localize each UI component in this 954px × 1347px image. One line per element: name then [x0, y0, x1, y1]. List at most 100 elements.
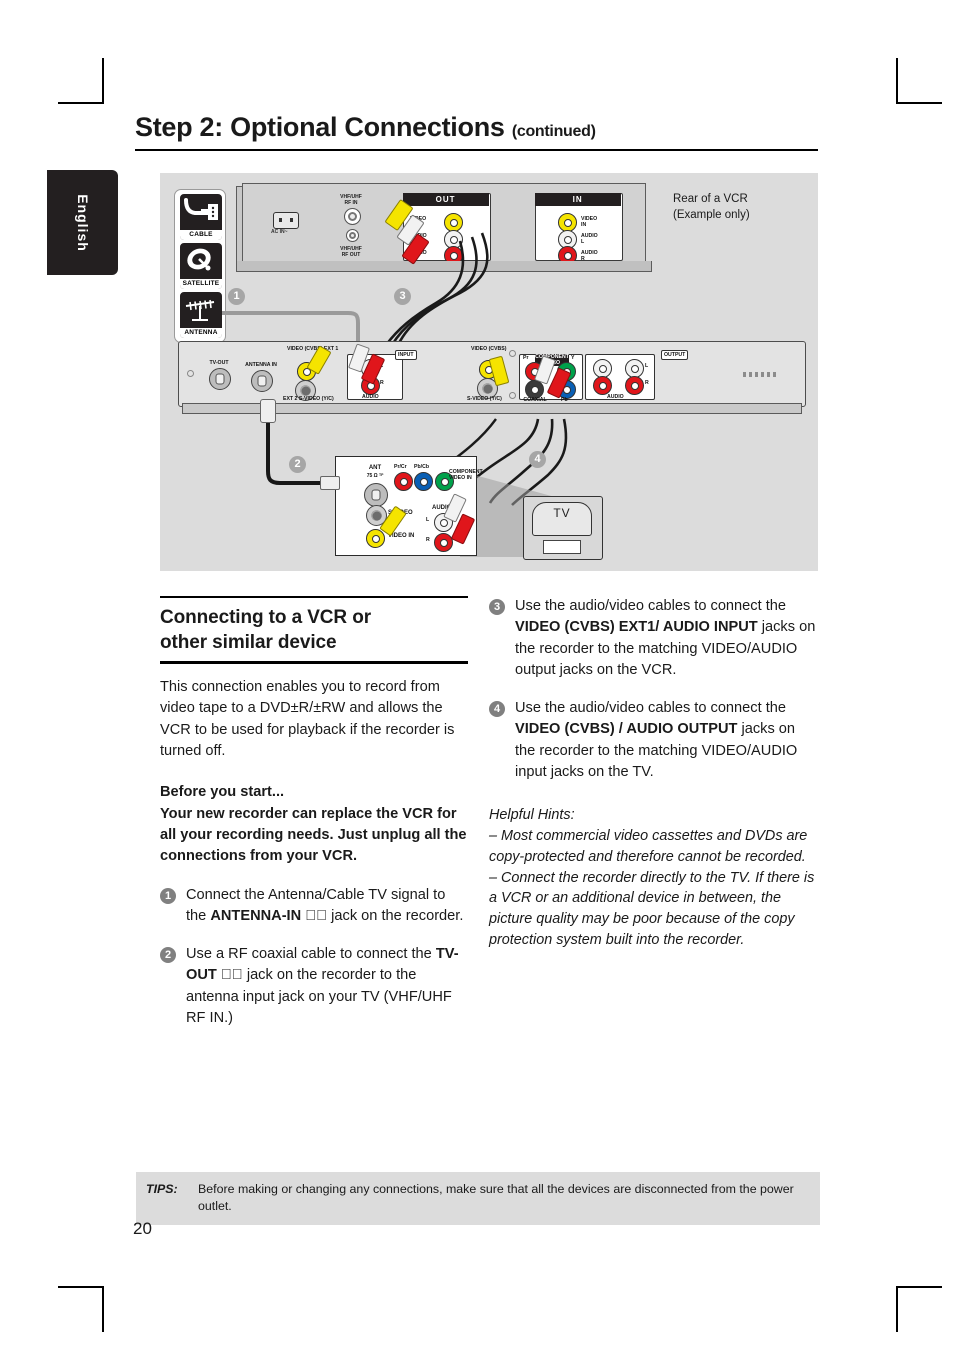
recorder-input-audio-label: AUDIO — [362, 394, 379, 400]
vcr-rf-in-jack — [344, 208, 361, 225]
vcr-in-audio-l-label: AUDIO L — [581, 233, 598, 245]
tips-label: TIPS: — [146, 1182, 178, 1196]
recorder-component-y-label: Y — [571, 355, 575, 361]
step-item-1: 1 Connect the Antenna/Cable TV signal to… — [160, 885, 468, 928]
diagram-note-line1: Rear of a VCR — [673, 193, 748, 205]
diagram-badge-2: 2 — [289, 456, 306, 473]
vcr-rf-out-label: VHF/UHF RF OUT — [340, 246, 362, 258]
helpful-hints: Helpful Hints: – Most commercial video c… — [489, 805, 819, 950]
recorder-input-tag: INPUT — [395, 350, 417, 360]
diagram-badge-4: 4 — [529, 451, 546, 468]
step-4-bold: VIDEO (CVBS) / AUDIO OUTPUT — [515, 721, 738, 738]
section-title-line2: other similar device — [160, 632, 337, 654]
recorder-screw-left — [187, 370, 194, 377]
page-title-continued: (continued) — [511, 123, 596, 140]
tv-set: TV — [523, 496, 603, 560]
page-number: 20 — [133, 1219, 152, 1238]
recorder-output-audio-r-jack-a — [593, 376, 612, 395]
recorder-vent — [743, 372, 777, 377]
tv-ant-sub-label: 75 Ω ᵀᴾ — [366, 473, 384, 479]
step-number-2: 2 — [160, 947, 176, 964]
step-3-bold: VIDEO (CVBS) EXT1/ AUDIO INPUT — [515, 619, 758, 636]
step-item-2: 2 Use a RF coaxial cable to connect the … — [160, 944, 468, 1029]
tips-text: Before making or changing any connection… — [198, 1182, 794, 1214]
vcr-rear-panel: AC IN~ VHF/UHFRF IN VHF/UHFRF OUT OUT VI… — [236, 183, 652, 275]
hint-2: – Connect the recorder directly to the T… — [489, 869, 815, 948]
tips-bar: TIPS: Before making or changing any conn… — [136, 1172, 820, 1226]
source-card-cable-label: CABLE — [180, 230, 222, 240]
language-tab: English — [47, 170, 118, 275]
plug-coax-tv-ant — [320, 476, 340, 490]
step-3-pre: Use the audio/video cables to connect th… — [515, 598, 786, 614]
recorder-component-pr-label: Pr — [523, 355, 529, 361]
step-1-post: jack on the recorder. — [327, 907, 464, 924]
section-intro: This connection enables you to record fr… — [160, 679, 455, 760]
page-header: Step 2: Optional Connections (continued) — [135, 114, 818, 151]
tv-audio-l-label: L — [426, 517, 430, 523]
recorder-svideo-out-label: S-VIDEO (Y/C) — [467, 396, 502, 402]
recorder-output-r-label: R — [645, 380, 649, 386]
rf-jack-icon: ↦⃝ — [216, 967, 243, 984]
recorder-ext2-svideo-label: EXT 2 S-VIDEO (Y/C) — [283, 396, 334, 402]
left-column: Connecting to a VCR or other similar dev… — [160, 596, 468, 1029]
vcr-lip — [236, 261, 652, 272]
vcr-in-header: IN — [534, 192, 621, 206]
recorder-input-r-label: R — [380, 380, 384, 386]
step-item-3: 3 Use the audio/video cables to connect … — [489, 596, 819, 681]
tv-prcr-label: Pr/Cr — [394, 464, 407, 470]
vcr-ac-inlet — [273, 212, 299, 229]
tv-prcr-jack — [394, 472, 413, 491]
step-number-4: 4 — [489, 701, 505, 718]
step-1-bold: ANTENNA-IN — [210, 907, 302, 924]
source-card-antenna: ANTENNA — [179, 291, 223, 339]
vcr-out-header: OUT — [402, 192, 489, 206]
antenna-icon — [185, 299, 215, 321]
step-4-pre: Use the audio/video cables to connect th… — [515, 700, 786, 717]
vcr-in-video-label: VIDEO IN — [581, 216, 598, 228]
header-rule — [135, 149, 818, 151]
diagram-note: Rear of a VCR (Example only) — [673, 192, 750, 223]
vcr-face: AC IN~ VHF/UHFRF IN VHF/UHFRF OUT OUT VI… — [242, 183, 646, 265]
tv-screen-label: TV — [553, 506, 571, 520]
tv-audio-r-jack — [434, 533, 453, 552]
tv-video-in-jack — [366, 529, 385, 548]
vcr-ac-label: AC IN~ — [271, 229, 288, 235]
vcr-in-panel: IN VIDEO IN AUDIO L AUDIO R — [534, 192, 623, 265]
right-column: 3 Use the audio/video cables to connect … — [489, 596, 819, 951]
page-title: Step 2: Optional Connections (continued) — [135, 114, 818, 141]
recorder-cvbs-out-label: VIDEO (CVBS) — [471, 346, 507, 352]
source-card-cable: CABLE — [179, 193, 223, 241]
before-you-start-block: Before you start... Your new recorder ca… — [160, 782, 468, 867]
signal-source-stack: CABLE SATELLITE ANTENNA — [174, 189, 226, 343]
diagram-badge-1: 1 — [228, 288, 245, 305]
connection-diagram: Rear of a VCR (Example only) CABLE SATEL… — [160, 173, 818, 571]
plug-coax-tv-out — [260, 399, 276, 423]
before-you-start-heading: Before you start... — [160, 784, 285, 801]
step-item-4: 4 Use the audio/video cables to connect … — [489, 698, 819, 783]
tv-component-video-in-label: COMPONENT VIDEO IN — [449, 469, 483, 481]
recorder-tv-out-label: TV-OUT — [209, 360, 229, 366]
vcr-rf-out-jack — [346, 229, 359, 242]
tv-pbcb-jack — [414, 472, 433, 491]
language-tab-label: English — [74, 193, 91, 252]
source-card-satellite-label: SATELLITE — [180, 279, 222, 289]
before-you-start-body: Your new recorder can replace the VCR fo… — [160, 805, 467, 865]
section-rule-bottom — [160, 661, 468, 665]
hint-1: – Most commercial video cassettes and DV… — [489, 828, 808, 865]
recorder-output-tag: OUTPUT — [661, 350, 689, 360]
satellite-dish-icon — [187, 248, 211, 271]
tv-ant-jack — [364, 483, 388, 507]
diagram-note-line2: (Example only) — [673, 208, 750, 221]
recorder-output-audio-r-jack-b — [625, 376, 644, 395]
diagram-badge-3: 3 — [394, 288, 411, 305]
recorder-antenna-in-label: ANTENNA IN — [245, 362, 277, 368]
recorder-antenna-in-jack — [251, 370, 273, 392]
page-title-text: Step 2: Optional Connections — [135, 112, 505, 142]
vcr-rf-in-label: VHF/UHF RF IN — [340, 194, 362, 206]
section-title-line1: Connecting to a VCR or — [160, 607, 372, 628]
vcr-rf-group: VHF/UHF RF IN VHF/UHF RF OUT — [327, 194, 375, 258]
source-card-satellite: SATELLITE — [179, 242, 223, 290]
step-number-3: 3 — [489, 599, 505, 615]
section-rule-top — [160, 596, 468, 598]
section-title: Connecting to a VCR or other similar dev… — [160, 605, 468, 655]
